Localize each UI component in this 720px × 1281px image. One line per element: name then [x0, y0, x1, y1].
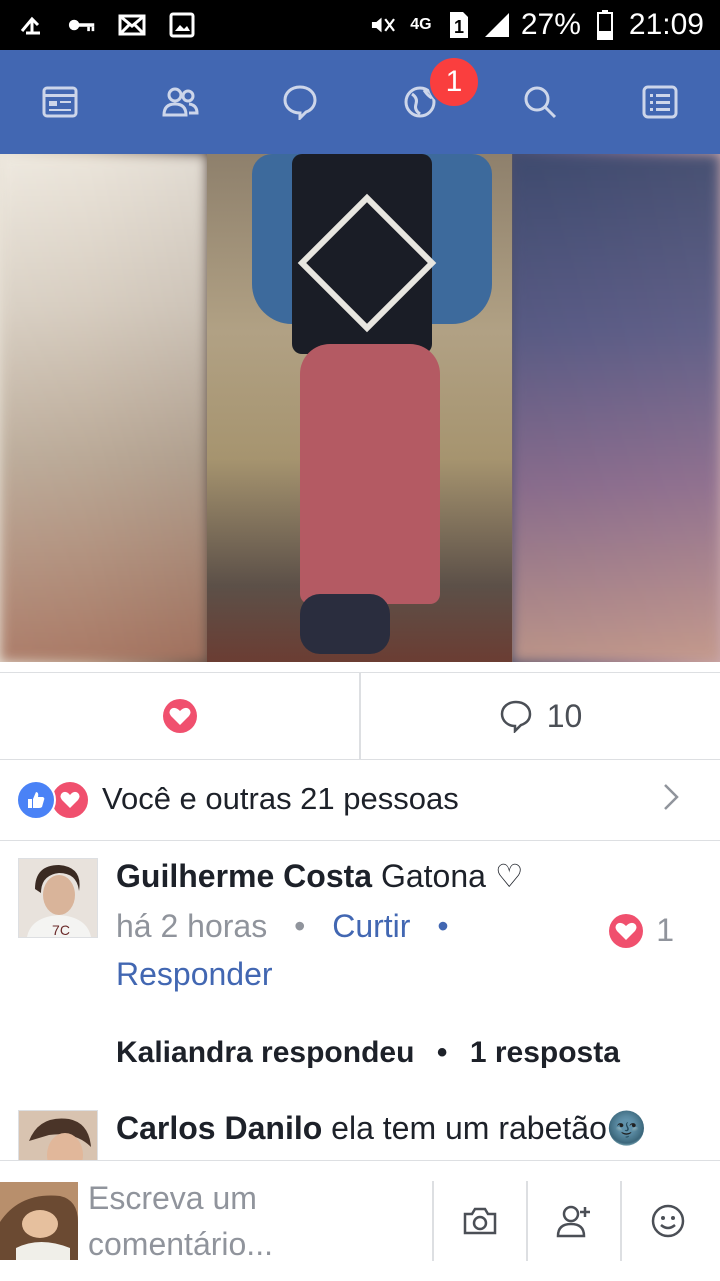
comment-item: Carlos Danilo ela tem um rabetão🌚: [0, 1108, 720, 1160]
love-reaction-icon: [162, 699, 197, 733]
comment-text: Gatona ♡: [380, 858, 524, 894]
battery-icon: [591, 10, 619, 40]
comment-time: há 2 horas: [116, 908, 268, 944]
usb-icon: [18, 11, 46, 39]
comment-icon: [500, 700, 531, 733]
comment-input[interactable]: Escreva um comentário...: [88, 1175, 418, 1267]
reply-count: 1 resposta: [469, 1036, 620, 1069]
comment-reaction-count[interactable]: 1: [608, 912, 674, 949]
network-4g-icon: 4G: [410, 16, 432, 33]
camera-icon: [463, 1207, 497, 1235]
comment-item: 7C Guilherme Costa Gatona ♡ há 2 horas •…: [0, 858, 720, 1108]
separator: •: [436, 1036, 448, 1069]
photo-blur-right: [512, 154, 720, 662]
separator: •: [437, 908, 449, 944]
photo-blur-left: [0, 154, 207, 662]
gallery-icon: [168, 11, 196, 39]
notification-badge: 1: [428, 56, 480, 108]
status-bar: 4G 1 27% 21:09: [0, 0, 720, 50]
photo-pants: [300, 344, 440, 604]
comments-button[interactable]: 10: [359, 673, 720, 759]
sim-icon: 1: [445, 11, 473, 39]
messenger-icon[interactable]: [270, 72, 330, 132]
smiley-icon: [651, 1204, 685, 1238]
tag-friend-button[interactable]: [526, 1181, 620, 1261]
comment-composer: Escreva um comentário...: [0, 1160, 720, 1281]
reactions-summary[interactable]: Você e outras 21 pessoas: [0, 758, 720, 841]
reply-author: Kaliandra respondeu: [116, 1036, 415, 1069]
post-photo[interactable]: [0, 154, 720, 662]
comment-text: ela tem um rabetão🌚: [331, 1110, 647, 1146]
sticker-button[interactable]: [620, 1181, 714, 1261]
search-icon[interactable]: [510, 72, 570, 132]
battery-percent: 27%: [520, 8, 581, 41]
comment-author[interactable]: Guilherme Costa: [116, 858, 372, 894]
svg-text:1: 1: [454, 17, 464, 37]
reaction-count: 1: [656, 912, 674, 948]
react-button[interactable]: [0, 673, 359, 759]
love-reaction-icon: [50, 780, 90, 820]
menu-icon[interactable]: [630, 72, 690, 132]
top-nav-bar: 1: [0, 50, 720, 154]
clock: 21:09: [628, 8, 704, 41]
replies-summary[interactable]: Kaliandra respondeu • 1 resposta: [116, 1036, 700, 1070]
comment-author[interactable]: Carlos Danilo: [116, 1110, 322, 1146]
mute-icon: [369, 11, 397, 39]
reactions-text: Você e outras 21 pessoas: [102, 781, 459, 816]
mail-icon: [118, 11, 146, 39]
avatar[interactable]: 7C: [18, 858, 98, 938]
like-reaction-icon: [16, 780, 56, 820]
notifications-globe-icon[interactable]: 1: [390, 56, 480, 132]
like-link[interactable]: Curtir: [332, 908, 410, 944]
comment-count: 10: [546, 697, 583, 734]
reply-link[interactable]: Responder: [116, 956, 273, 992]
comment-placeholder-line1: Escreva um: [88, 1180, 257, 1216]
camera-button[interactable]: [432, 1181, 526, 1261]
add-person-icon: [556, 1205, 590, 1238]
avatar[interactable]: [18, 1110, 98, 1160]
avatar: [0, 1182, 78, 1260]
post-actions: 10: [0, 672, 720, 760]
news-feed-icon[interactable]: [30, 72, 90, 132]
photo-shoes: [300, 594, 390, 654]
separator: •: [294, 908, 306, 944]
key-icon: [68, 11, 96, 39]
friends-icon[interactable]: [150, 72, 210, 132]
signal-icon: [483, 11, 511, 39]
comment-placeholder-line2: comentário...: [88, 1226, 273, 1262]
svg-text:7C: 7C: [52, 922, 70, 937]
love-reaction-icon: [609, 913, 644, 948]
chevron-right-icon: [662, 782, 680, 817]
